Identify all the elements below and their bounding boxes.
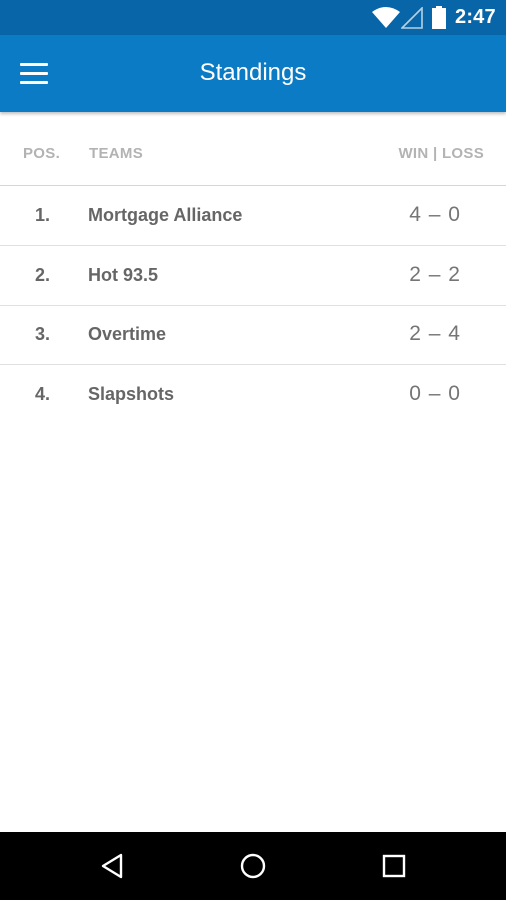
app-bar: Standings: [0, 35, 506, 112]
standings-row[interactable]: 1. Mortgage Alliance 4 – 0: [0, 186, 506, 246]
standings-row[interactable]: 3. Overtime 2 – 4: [0, 305, 506, 365]
row-team-name: Hot 93.5: [88, 265, 159, 285]
column-header-teams: TEAMS: [89, 145, 143, 162]
status-bar: 2:47: [0, 0, 506, 35]
wifi-icon: [372, 7, 400, 28]
row-team-name: Slapshots: [88, 384, 175, 404]
recent-apps-icon[interactable]: [380, 852, 408, 880]
row-team-name: Mortgage Alliance: [88, 205, 243, 225]
signal-icon: [401, 7, 423, 29]
battery-icon: [432, 6, 446, 29]
standings-header: POS. TEAMS WIN | LOSS: [0, 125, 506, 186]
status-time: 2:47: [455, 6, 496, 28]
row-record: 2 – 4: [409, 322, 461, 345]
standings-row[interactable]: 4. Slapshots 0 – 0: [0, 365, 506, 424]
home-icon[interactable]: [239, 852, 267, 880]
standings-screen: 2:47 Standings POS. TEAMS WIN | LOSS 1. …: [0, 0, 506, 900]
row-record: 2 – 2: [409, 263, 461, 286]
column-header-pos: POS.: [23, 145, 61, 162]
back-icon[interactable]: [99, 852, 127, 880]
row-record: 0 – 0: [409, 382, 461, 405]
row-record: 4 – 0: [409, 203, 461, 226]
row-position: 1.: [35, 205, 51, 225]
row-team-name: Overtime: [88, 324, 167, 344]
page-title: Standings: [199, 59, 307, 86]
column-header-win-loss: WIN | LOSS: [398, 145, 484, 162]
row-position: 4.: [35, 384, 51, 404]
standings-row[interactable]: 2. Hot 93.5 2 – 2: [0, 246, 506, 306]
system-nav-bar: [0, 832, 506, 900]
row-position: 3.: [35, 324, 51, 344]
row-position: 2.: [35, 265, 51, 285]
